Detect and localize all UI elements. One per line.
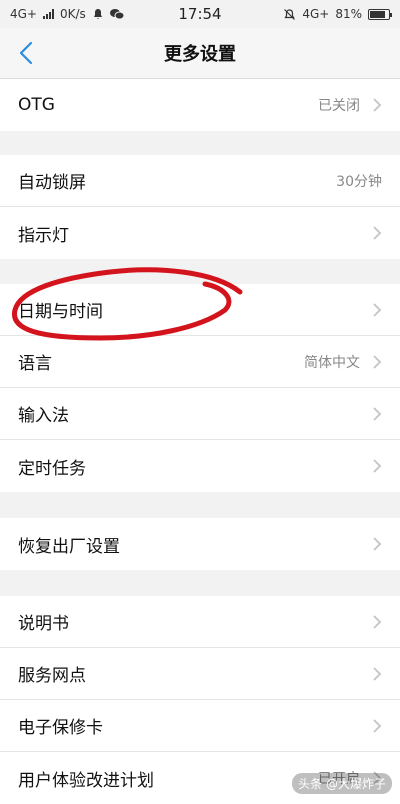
status-right: 4G+ 81% — [283, 7, 392, 21]
chevron-right-icon — [373, 302, 382, 317]
mute-icon — [284, 8, 296, 20]
row-label: 服务网点 — [18, 666, 86, 686]
chevron-right-icon — [373, 718, 382, 733]
row-manual[interactable]: 说明书 — [0, 596, 400, 648]
row-service-centers[interactable]: 服务网点 — [0, 648, 400, 700]
settings-group-display: 自动锁屏 30分钟 指示灯 — [0, 155, 400, 259]
row-indicator-light[interactable]: 指示灯 — [0, 207, 400, 259]
network-type-right: 4G+ — [302, 7, 330, 21]
network-type-left: 4G+ — [10, 7, 37, 21]
row-date-time[interactable]: 日期与时间 — [0, 284, 400, 336]
chevron-right-icon — [373, 614, 382, 629]
chevron-right-icon — [373, 406, 382, 421]
signal-icon — [43, 9, 54, 19]
wechat-icon — [109, 9, 124, 20]
watermark: 头条 @大爆炸子 — [292, 773, 392, 794]
row-label: 自动锁屏 — [18, 173, 86, 193]
settings-group-reset: 恢复出厂设置 — [0, 518, 400, 570]
chevron-right-icon — [373, 666, 382, 681]
network-speed: 0K/s — [60, 7, 86, 21]
chevron-right-icon — [373, 537, 382, 551]
row-auto-lock[interactable]: 自动锁屏 30分钟 — [0, 155, 400, 207]
row-label: 日期与时间 — [18, 302, 103, 322]
row-otg[interactable]: OTG 已关闭 — [0, 79, 400, 131]
chevron-right-icon — [373, 226, 382, 240]
row-label: 输入法 — [18, 406, 69, 426]
chevron-right-icon — [373, 459, 382, 473]
row-value: 已关闭 — [318, 98, 360, 114]
status-left: 4G+ 0K/s — [10, 7, 124, 21]
row-label: 说明书 — [18, 614, 69, 634]
row-label: 定时任务 — [18, 458, 86, 479]
row-factory-reset[interactable]: 恢复出厂设置 — [0, 518, 400, 570]
settings-group-otg: OTG 已关闭 — [0, 79, 400, 131]
row-value: 简体中文 — [304, 354, 360, 371]
battery-icon — [368, 8, 392, 20]
row-language[interactable]: 语言 简体中文 — [0, 336, 400, 388]
row-scheduled-tasks[interactable]: 定时任务 — [0, 440, 400, 492]
page-title: 更多设置 — [164, 44, 236, 65]
row-value: 30分钟 — [336, 173, 382, 190]
row-label: 电子保修卡 — [18, 718, 103, 738]
chevron-right-icon — [373, 98, 382, 112]
status-bar: 4G+ 0K/s 17:54 4G+ 81% — [0, 0, 400, 28]
settings-group-system: 日期与时间 语言 简体中文 输入法 定时任务 — [0, 284, 400, 492]
row-label: 用户体验改进计划 — [18, 770, 154, 791]
row-warranty-card[interactable]: 电子保修卡 — [0, 700, 400, 752]
row-label: 恢复出厂设置 — [18, 536, 120, 557]
row-label: OTG — [18, 95, 55, 115]
row-label: 指示灯 — [18, 225, 69, 246]
back-arrow-icon[interactable] — [14, 40, 40, 66]
battery-fill — [370, 10, 385, 18]
title-bar: 更多设置 — [0, 28, 400, 79]
battery-percent: 81% — [335, 7, 362, 21]
row-input-method[interactable]: 输入法 — [0, 388, 400, 440]
notification-icon — [93, 9, 102, 19]
row-label: 语言 — [18, 354, 52, 374]
chevron-right-icon — [373, 354, 382, 369]
